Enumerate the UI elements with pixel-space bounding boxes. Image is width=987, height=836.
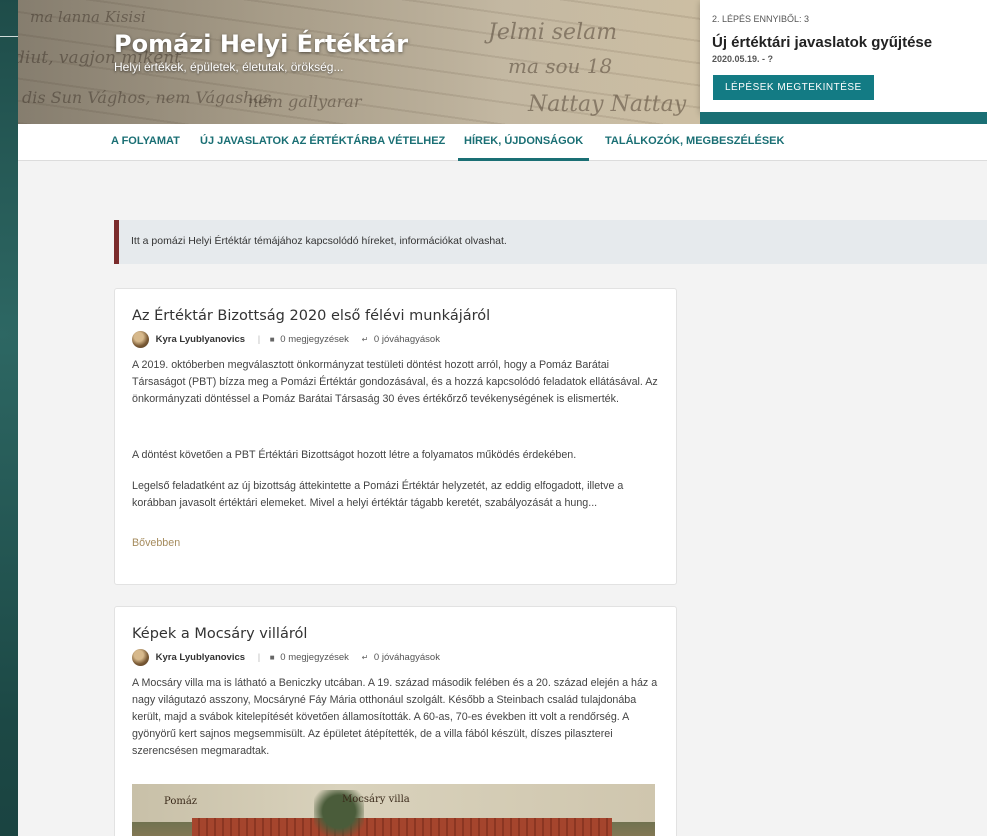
main-nav: A FOLYAMAT ÚJ JAVASLATOK AZ ÉRTÉKTÁRBA V…	[18, 124, 987, 161]
post-endorsements[interactable]: 0 jóváhagyások	[374, 334, 440, 345]
post-paragraph: A 2019. októberben megválasztott önkormá…	[132, 359, 658, 405]
panel-accent-strip	[700, 112, 987, 124]
post-endorsements[interactable]: 0 jóváhagyások	[374, 652, 440, 663]
process-step-panel: 2. LÉPÉS ENNYIBŐL: 3 Új értéktári javasl…	[700, 0, 987, 112]
step-date: 2020.05.19. - ?	[712, 54, 774, 64]
post-comments[interactable]: 0 megjegyzések	[280, 334, 349, 345]
post-paragraph: A Mocsáry villa ma is látható a Beniczky…	[132, 677, 658, 757]
site-title[interactable]: Pomázi Helyi Értéktár	[114, 30, 408, 58]
post-meta: Kyra Lyublyanovics | ■ 0 megjegyzések ↵ …	[132, 649, 440, 667]
post-author[interactable]: Kyra Lyublyanovics	[156, 652, 245, 663]
step-title: Új értéktári javaslatok gyűjtése	[712, 34, 933, 51]
read-more-link[interactable]: Bővebben	[132, 537, 180, 549]
post-image[interactable]: Pomáz Mocsáry villa	[132, 784, 655, 836]
avatar[interactable]	[132, 649, 149, 666]
nav-item-news[interactable]: HÍREK, ÚJDONSÁGOK	[458, 124, 590, 161]
post-meta: Kyra Lyublyanovics | ■ 0 megjegyzések ↵ …	[132, 331, 440, 349]
post-title[interactable]: Képek a Mocsáry villáról	[132, 626, 307, 642]
avatar[interactable]	[132, 331, 149, 348]
nav-item-new-proposals[interactable]: ÚJ JAVASLATOK AZ ÉRTÉKTÁRBA VÉTELHEZ	[200, 124, 445, 158]
step-count: 2. LÉPÉS ENNYIBŐL: 3	[712, 14, 810, 24]
post-comments[interactable]: 0 megjegyzések	[280, 652, 349, 663]
image-caption: Mocsáry villa	[342, 794, 410, 805]
nav-item-meetings[interactable]: TALÁLKOZÓK, MEGBESZÉLÉSEK	[605, 124, 784, 158]
image-caption: Pomáz	[164, 796, 198, 807]
post-title[interactable]: Az Értéktár Bizottság 2020 első félévi m…	[132, 308, 490, 324]
view-steps-button[interactable]: LÉPÉSEK MEGTEKINTÉSE	[713, 75, 874, 100]
comment-icon: ■	[269, 335, 275, 344]
site-subtitle: Helyi értékek, épületek, életutak, öröks…	[114, 60, 344, 74]
comment-icon: ■	[269, 653, 275, 662]
endorse-icon: ↵	[361, 335, 369, 344]
post-paragraph: A döntést követően a PBT Értéktári Bizot…	[132, 449, 577, 461]
nav-item-process[interactable]: A FOLYAMAT	[111, 124, 180, 158]
info-notice: Itt a pomázi Helyi Értéktár témájához ka…	[114, 220, 987, 264]
post-card: Képek a Mocsáry villáról Kyra Lyublyanov…	[114, 606, 677, 836]
info-notice-text: Itt a pomázi Helyi Értéktár témájához ka…	[131, 235, 507, 247]
post-card: Az Értéktár Bizottság 2020 első félévi m…	[114, 288, 677, 585]
post-author[interactable]: Kyra Lyublyanovics	[156, 334, 245, 345]
website: ma lanna Kisisi diut, vagjon miként dis …	[18, 0, 987, 836]
endorse-icon: ↵	[361, 653, 369, 662]
post-paragraph: Legelső feladatként az új bizottság átte…	[132, 480, 624, 509]
